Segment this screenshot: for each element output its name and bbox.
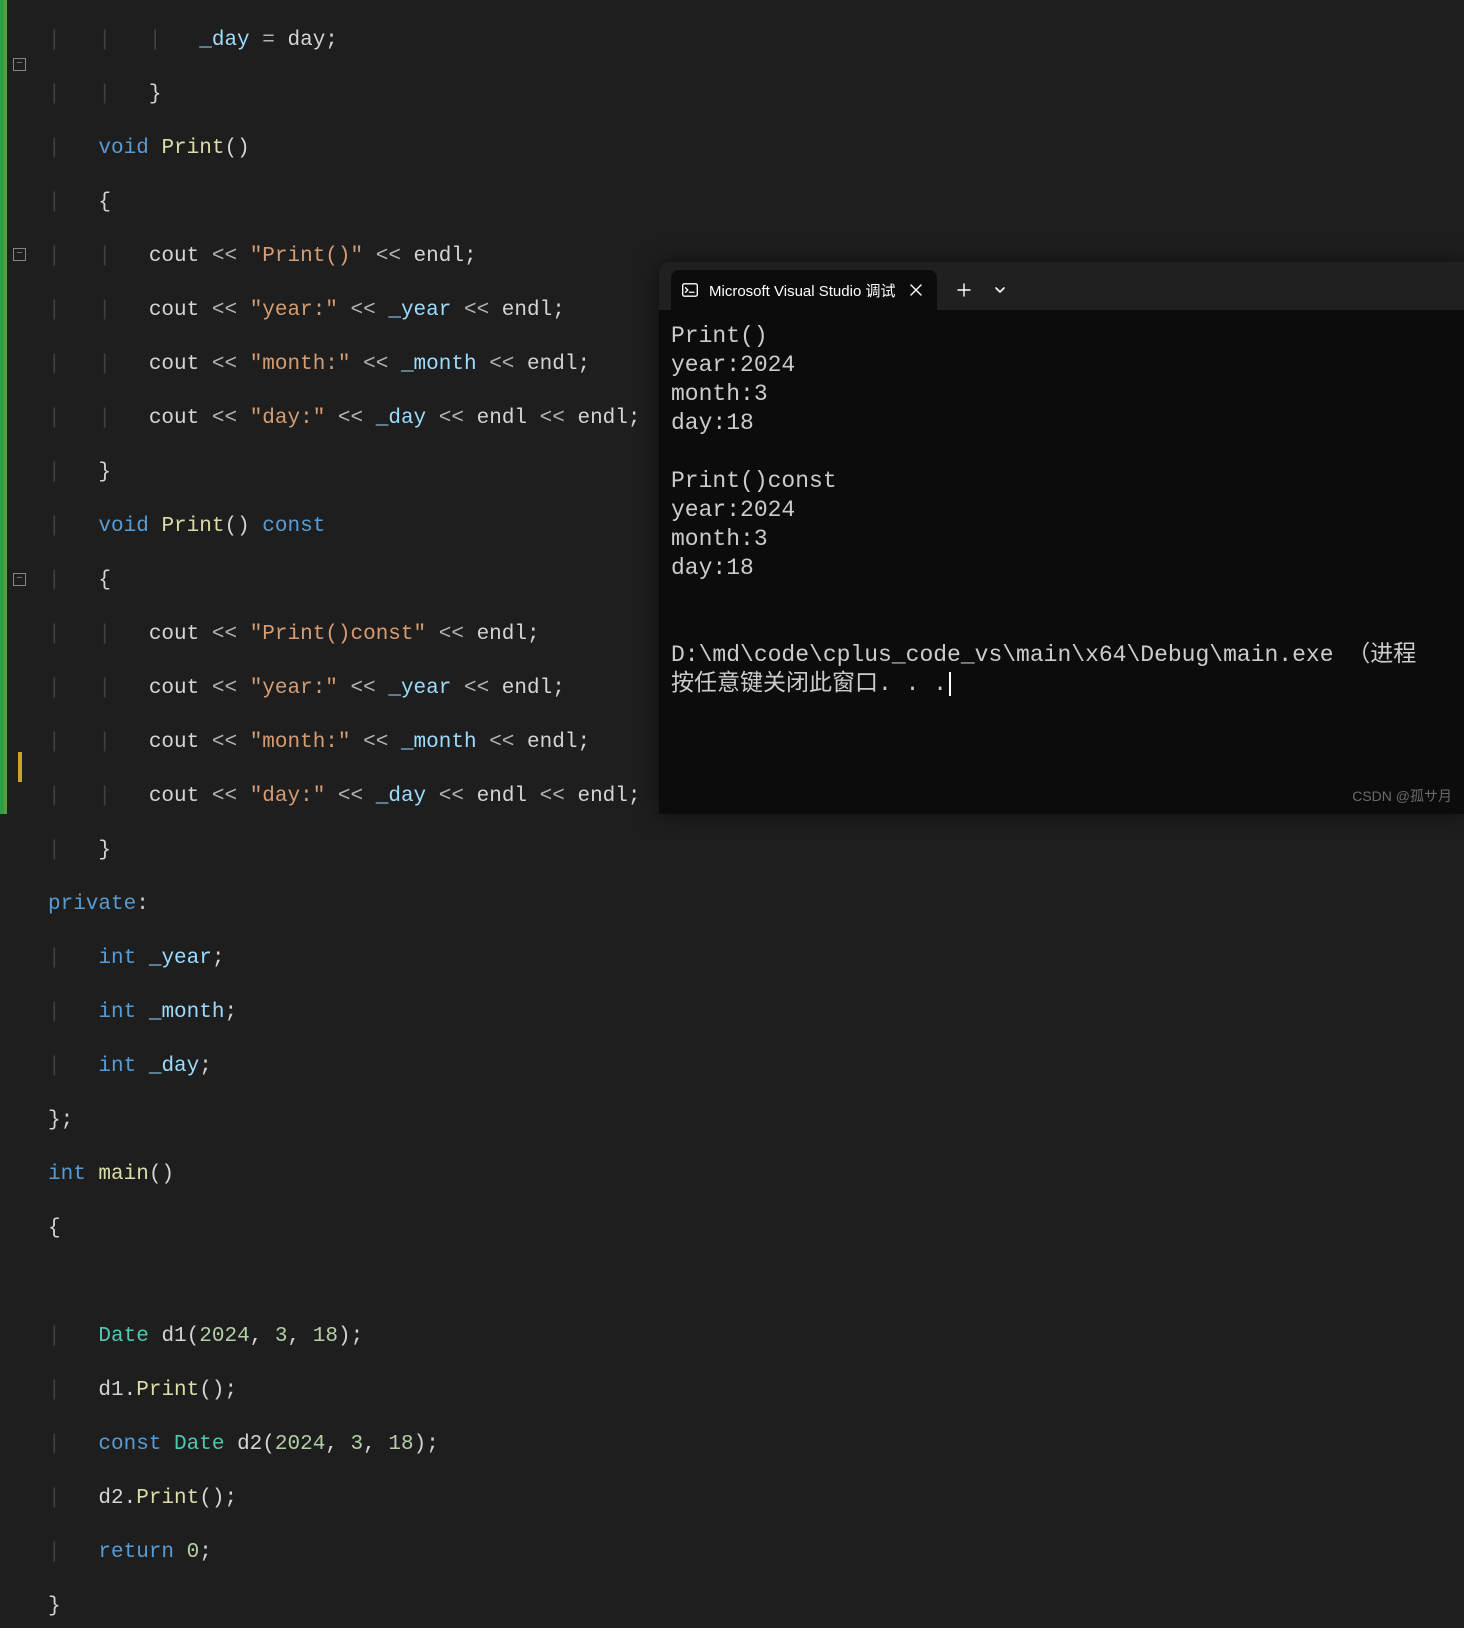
terminal-window: Microsoft Visual Studio 调试 Print() year:… xyxy=(659,262,1464,814)
watermark-text: CSDN @孤サ月 xyxy=(1352,786,1452,806)
terminal-cursor xyxy=(949,672,951,696)
terminal-output[interactable]: Print() year:2024 month:3 day:18 Print()… xyxy=(659,310,1464,711)
editor-gutter: − − − xyxy=(0,0,48,814)
close-icon[interactable] xyxy=(905,279,927,301)
new-tab-button[interactable] xyxy=(947,274,981,306)
terminal-tab[interactable]: Microsoft Visual Studio 调试 xyxy=(671,270,937,310)
tab-actions xyxy=(947,274,1017,306)
terminal-icon xyxy=(681,281,699,299)
fold-toggle-icon[interactable]: − xyxy=(13,573,26,586)
terminal-text: Print() year:2024 month:3 day:18 Print()… xyxy=(671,323,1416,697)
chevron-down-icon[interactable] xyxy=(983,274,1017,306)
change-marker xyxy=(18,752,22,782)
fold-toggle-icon[interactable]: − xyxy=(13,248,26,261)
tab-title: Microsoft Visual Studio 调试 xyxy=(709,280,895,301)
fold-toggle-icon[interactable]: − xyxy=(13,58,26,71)
terminal-tabbar: Microsoft Visual Studio 调试 xyxy=(659,262,1464,310)
